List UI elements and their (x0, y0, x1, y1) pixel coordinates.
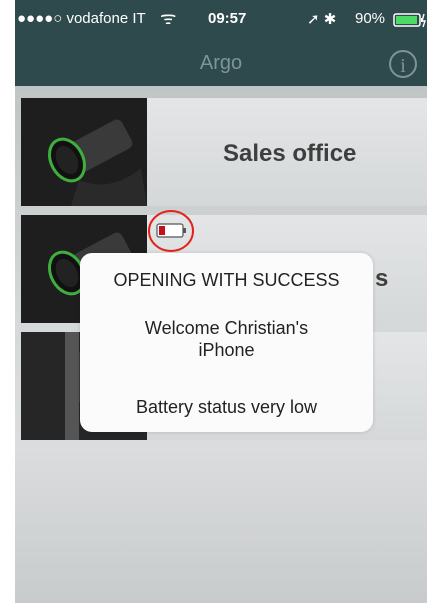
info-button[interactable]: i (389, 50, 417, 78)
alert-message-line2: iPhone (198, 340, 255, 360)
phone-screen: ●●●●○ vodafone IT ᯤ 09:57 ➚ ✱ 90% Argo i… (15, 0, 427, 603)
location-bluetooth-icon: ➚ ✱ (307, 11, 337, 28)
alert-message-line1: Welcome Christian's (144, 318, 309, 338)
alert-message: Welcome Christian's iPhone (80, 317, 373, 361)
alert-battery-warning: Battery status very low (135, 397, 318, 417)
success-alert[interactable]: OPENING WITH SUCCESS Welcome Christian's… (80, 253, 373, 432)
door-label: s (375, 265, 389, 292)
door-label: Sales office (223, 140, 357, 167)
wifi-icon: ᯤ (160, 8, 177, 28)
battery-low-icon (148, 210, 194, 252)
door-card-sales-office[interactable]: Sales office (21, 98, 427, 206)
nav-bar: Argo i (15, 44, 427, 86)
lock-cylinder-icon (21, 98, 147, 206)
status-battery-icon (393, 13, 426, 28)
status-bar: ●●●●○ vodafone IT ᯤ 09:57 ➚ ✱ 90% (15, 0, 427, 44)
clock-time: 09:57 (208, 10, 247, 27)
carrier-label: ●●●●○ vodafone IT (17, 10, 146, 27)
alert-title: OPENING WITH SUCCESS (113, 270, 340, 290)
app-title: Argo (199, 52, 243, 74)
battery-low-indicator (147, 208, 195, 254)
battery-percent: 90% (355, 10, 386, 27)
